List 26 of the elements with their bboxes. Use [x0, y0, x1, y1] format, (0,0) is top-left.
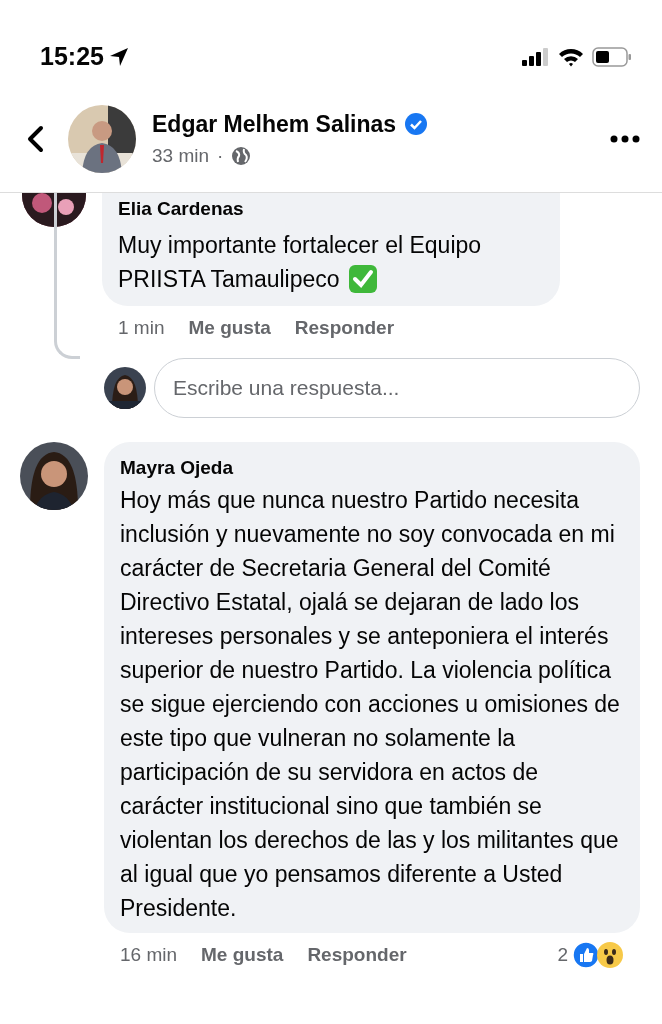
signal-icon	[522, 47, 550, 66]
comment-author[interactable]: Mayra Ojeda	[120, 454, 624, 483]
wifi-icon	[558, 46, 584, 67]
like-reaction-icon[interactable]	[572, 940, 600, 969]
separator-dot: ·	[217, 143, 224, 168]
comment-author[interactable]: Elia Cardenas	[118, 195, 544, 224]
more-icon[interactable]	[610, 134, 640, 143]
like-link[interactable]: Me gusta	[201, 940, 284, 969]
comment-time: 16 min	[120, 942, 178, 967]
reply-field[interactable]: Escribe una respuesta...	[154, 358, 640, 418]
page-name[interactable]: Edgar Melhem Salinas	[152, 107, 397, 142]
back-icon[interactable]	[26, 124, 44, 153]
globe-icon	[231, 145, 252, 166]
check-mark-icon	[347, 263, 378, 294]
comment-text: Hoy más que nunca nuestro Partido necesita inclusión y nuevamente no soy convocada en mi carácter de Secretaria General del Comité Directivo Estatal, ojalá se dejaran de lado los intereses personales y se anteponiera el interés superior de nuestro Partido. La violencia política se sigue ejerciendo con acciones u omisiones de este tipo que vulneran no solamente la participación de su servidora en actos de carácter institucional sino que también se violentan los derechos de las y los militantes que al igual que yo pensamos diferente a Usted Presidente.	[120, 485, 621, 923]
reply-link[interactable]: Responder	[294, 313, 395, 342]
comment-text: PRIISTA Tamaulipeco	[118, 264, 340, 294]
reaction-count: 2	[557, 942, 568, 967]
comment-text: Muy importante fortalecer el Equipo	[118, 230, 482, 260]
wow-reaction-icon[interactable]	[596, 940, 624, 969]
comment-time: 1 min	[118, 315, 165, 340]
status-time: 15:25	[40, 40, 104, 72]
battery-icon	[592, 46, 632, 67]
post-time: 33 min	[152, 143, 210, 168]
like-link[interactable]: Me gusta	[188, 313, 271, 342]
reply-link[interactable]: Responder	[307, 940, 407, 969]
